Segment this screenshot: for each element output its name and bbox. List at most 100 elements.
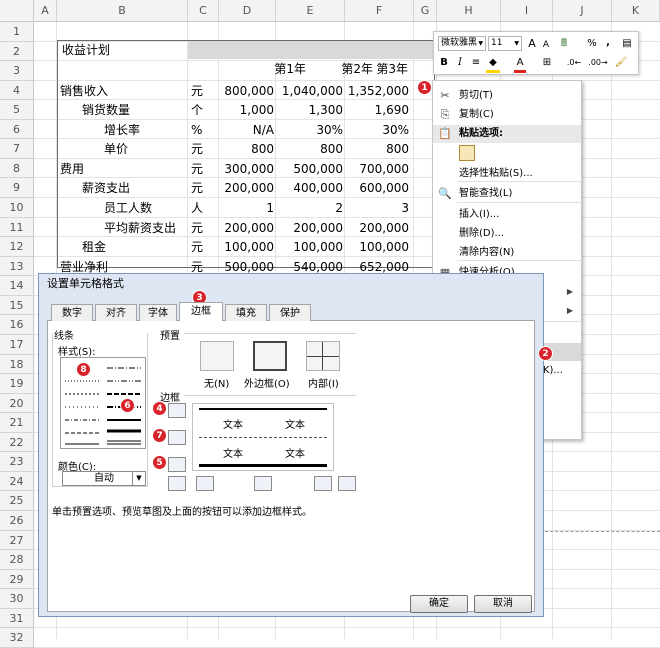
row-header[interactable]: 10 [0,198,34,218]
border-diagonal-up-button[interactable] [168,476,186,491]
menu-item[interactable]: 🔍 智能查找(L) [433,185,581,203]
row-header[interactable]: 17 [0,334,34,355]
column-header[interactable]: J [553,0,612,22]
decrease-decimal-icon[interactable]: .00→ [588,56,608,70]
row-unit[interactable]: 元 [191,238,219,256]
row-label[interactable]: 租金 [82,238,188,256]
row-header[interactable]: 19 [0,374,34,394]
border-right-button[interactable] [314,476,332,491]
cell-year-3[interactable]: 700,000 [345,160,409,178]
year-header-1[interactable]: 第1年 [230,60,306,78]
column-header[interactable]: D [219,0,276,22]
increase-decimal-icon[interactable]: .0← [564,56,584,70]
row-header[interactable]: 22 [0,432,34,453]
tab-1[interactable]: 对齐 [95,304,137,321]
cell-year-3[interactable]: 200,000 [345,219,409,237]
cell-year-3[interactable]: 600,000 [345,179,409,197]
select-all-corner[interactable] [0,0,34,22]
preset-outline-button[interactable] [253,341,287,371]
tab-5[interactable]: 保护 [269,304,311,321]
row-header[interactable]: 20 [0,393,34,414]
column-header[interactable]: F [345,0,414,22]
font-size-box[interactable]: 11 ▼ [488,36,522,51]
paste-clipboard-icon[interactable] [459,145,475,161]
row-unit[interactable]: 元 [191,140,219,158]
menu-item[interactable]: ⎘ 复制(C) [433,106,581,124]
row-unit[interactable]: 人 [191,199,219,217]
align-center-icon[interactable]: ≡ [470,56,482,70]
tab-0[interactable]: 数字 [51,304,93,321]
cell-year-3[interactable]: 1,690 [345,101,409,119]
cell-year-2[interactable]: 400,000 [276,179,343,197]
row-label[interactable]: 单价 [104,140,188,158]
cell-year-1[interactable]: 1 [219,199,274,217]
row-header[interactable]: 18 [0,354,34,375]
ok-button[interactable]: 确定 [410,595,468,613]
row-header[interactable]: 31 [0,608,34,629]
cancel-button[interactable]: 取消 [474,595,532,613]
row-header[interactable]: 25 [0,491,34,511]
row-unit[interactable]: 元 [191,219,219,237]
tab-4[interactable]: 填充 [225,304,267,321]
fill-color-icon[interactable]: ◆ [486,56,500,73]
column-header[interactable]: G [414,0,437,22]
tab-2[interactable]: 字体 [139,304,177,321]
column-header[interactable]: B [57,0,188,22]
border-middle-button[interactable] [168,430,186,445]
cell-year-2[interactable]: 2 [276,199,343,217]
row-header[interactable]: 9 [0,178,34,199]
row-header[interactable]: 14 [0,276,34,296]
border-bottom-button[interactable] [168,457,186,472]
row-unit[interactable]: 个 [191,101,219,119]
format-painter-icon[interactable]: 🖌 [614,56,628,70]
row-header[interactable]: 12 [0,237,34,257]
border-preview[interactable]: 文本 文本 文本 文本 [192,403,334,471]
border-diagonal-down-button[interactable] [338,476,356,491]
border-left-button[interactable] [196,476,214,491]
comma-button[interactable]: , [602,36,614,50]
column-header[interactable]: E [276,0,345,22]
row-header[interactable]: 27 [0,530,34,551]
grow-font-button[interactable]: A [526,37,538,51]
cell-year-1[interactable]: 300,000 [219,160,274,178]
row-header[interactable]: 6 [0,119,34,140]
menu-item[interactable]: 📋 粘贴选项: [433,125,581,143]
cell-year-2[interactable]: 200,000 [276,219,343,237]
cell-year-2[interactable]: 800 [276,140,343,158]
cell-year-1[interactable]: N/A [219,121,274,139]
row-header[interactable]: 21 [0,413,34,433]
cell-year-1[interactable]: 1,000 [219,101,274,119]
row-header[interactable]: 23 [0,452,34,472]
color-select[interactable]: 自动 ▼ [62,471,146,486]
row-header[interactable]: 30 [0,589,34,609]
column-header[interactable]: I [501,0,553,22]
cell-year-2[interactable]: 1,300 [276,101,343,119]
font-color-button[interactable]: A [514,56,526,73]
preset-inside-button[interactable] [306,341,340,371]
cell-year-1[interactable]: 100,000 [219,238,274,256]
row-label[interactable]: 增长率 [104,121,188,139]
row-header[interactable]: 13 [0,256,34,277]
border-top-button[interactable] [168,403,186,418]
column-header[interactable]: A [34,0,57,22]
row-unit[interactable]: % [191,121,219,139]
border-center-button[interactable] [254,476,272,491]
row-header[interactable]: 16 [0,315,34,335]
cell-year-1[interactable]: 200,000 [219,179,274,197]
cell-year-1[interactable]: 800 [219,140,274,158]
row-header[interactable]: 28 [0,550,34,570]
bold-button[interactable]: B [438,56,450,70]
menu-item[interactable]: 删除(D)... [433,225,581,243]
format-cells-icon[interactable]: ▤ [620,37,634,51]
row-header[interactable]: 2 [0,41,34,62]
row-label[interactable]: 薪资支出 [82,179,188,197]
row-header[interactable]: 24 [0,471,34,492]
sheet-title[interactable]: 收益计划 [62,41,182,59]
row-label[interactable]: 员工人数 [104,199,188,217]
column-header[interactable]: H [437,0,501,22]
column-header[interactable]: K [612,0,660,22]
cell-year-3[interactable]: 800 [345,140,409,158]
row-header[interactable]: 3 [0,61,34,81]
cell-year-1[interactable]: 800,000 [219,82,274,100]
row-unit[interactable]: 元 [191,82,219,100]
